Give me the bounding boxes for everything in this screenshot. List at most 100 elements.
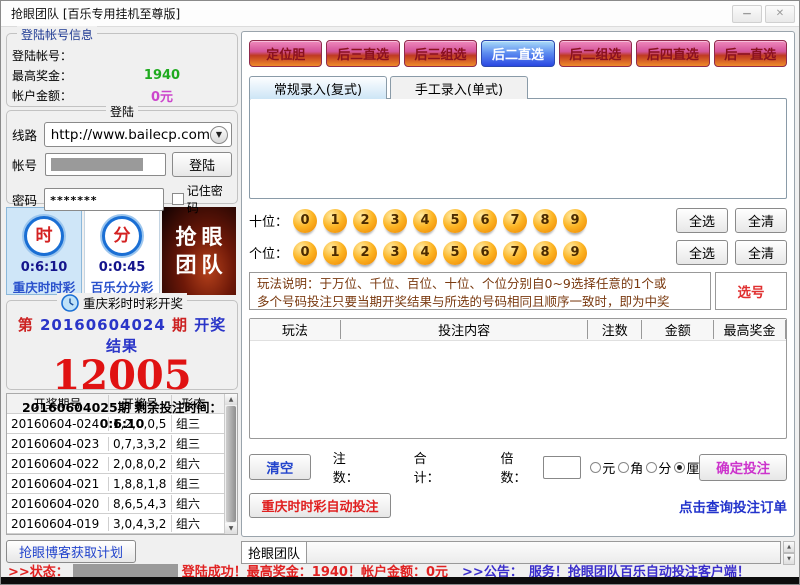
clock-baile[interactable]: 分 0:0:45 百乐分分彩: [84, 207, 160, 295]
app-window: 抢眼团队 [百乐专用挂机至尊版] ▬ ✕ 登陆帐号信息 登陆帐号： 最高奖金： …: [0, 0, 800, 585]
history-row[interactable]: 20160604-0222,0,8,0,2组六: [7, 454, 224, 474]
ball-3[interactable]: 3: [383, 241, 407, 265]
play-tab-5[interactable]: 后四直选: [636, 40, 709, 67]
history-cell: 组六: [171, 455, 215, 472]
confirm-bet-button[interactable]: 确定投注: [699, 454, 787, 481]
status-redacted: [73, 564, 178, 577]
history-cell: 组六: [171, 515, 215, 532]
ball-4[interactable]: 4: [413, 209, 437, 233]
chevron-down-icon[interactable]: ▼: [210, 126, 228, 144]
ball-7[interactable]: 7: [503, 241, 527, 265]
history-row[interactable]: 20160604-0193,0,4,3,2组六: [7, 514, 224, 534]
login-button[interactable]: 登陆: [172, 152, 232, 177]
multiple-input[interactable]: [543, 456, 581, 479]
line-select[interactable]: http://www.bailecp.com ▼: [44, 122, 232, 147]
select-all-button-0[interactable]: 全选: [676, 208, 728, 233]
multiple-label: 倍数：: [500, 448, 539, 486]
instructions-text: 玩法说明：于万位、千位、百位、十位、个位分别自0~9选择任意的1个或 多个号码投…: [249, 272, 711, 310]
unit-option-0[interactable]: 元: [590, 458, 615, 477]
ball-7[interactable]: 7: [503, 209, 527, 233]
scroll-down-icon[interactable]: ▼: [225, 523, 237, 534]
clear-button[interactable]: 清空: [249, 454, 311, 480]
account-row: 登陆帐号：: [12, 45, 232, 65]
account-info-group: 登陆帐号信息 登陆帐号： 最高奖金： 1940 帐户金额： 0元: [6, 33, 238, 107]
entry-text-area[interactable]: [249, 98, 787, 199]
unit-radio-1[interactable]: [618, 462, 629, 473]
play-tab-1[interactable]: 后三直选: [326, 40, 399, 67]
unit-option-1[interactable]: 角: [618, 458, 643, 477]
ball-9[interactable]: 9: [563, 209, 587, 233]
history-row[interactable]: 20160604-0208,6,5,4,3组六: [7, 494, 224, 514]
draw-countdown: 20160604025期 剩余投注时间：0:6:10: [12, 397, 232, 431]
ball-9[interactable]: 9: [563, 241, 587, 265]
bet-header-cell: 最高奖金: [713, 320, 785, 339]
spin-up-icon[interactable]: ▲: [783, 541, 795, 553]
unit-label-2: 分: [658, 458, 671, 477]
play-tab-6[interactable]: 后一直选: [714, 40, 787, 67]
ball-8[interactable]: 8: [533, 241, 557, 265]
bet-table-header: 玩法投注内容注数金额最高奖金删除: [250, 319, 786, 341]
bottom-spinner[interactable]: ▲ ▼: [783, 541, 795, 564]
play-tab-2[interactable]: 后三组选: [404, 40, 477, 67]
account-input-row: 帐号 登陆: [12, 152, 232, 177]
account-input[interactable]: [45, 153, 167, 176]
select-all-button-1[interactable]: 全选: [676, 240, 728, 265]
history-cell: 20160604-019: [7, 517, 108, 531]
draw-result: 12005: [12, 356, 232, 397]
line-row: 线路 http://www.bailecp.com ▼: [12, 122, 232, 147]
ball-6[interactable]: 6: [473, 209, 497, 233]
max-prize-label: 最高奖金：: [12, 67, 92, 84]
blog-plan-button[interactable]: 抢眼博客获取计划: [6, 540, 136, 563]
line-label: 线路: [12, 125, 44, 144]
ball-5[interactable]: 5: [443, 241, 467, 265]
ball-4[interactable]: 4: [413, 241, 437, 265]
entry-tab-1[interactable]: 手工录入(单式): [390, 76, 528, 99]
unit-option-2[interactable]: 分: [646, 458, 671, 477]
remember-checkbox[interactable]: [172, 193, 183, 205]
remember-password[interactable]: 记住密码: [172, 182, 232, 216]
account-input-redacted: [51, 158, 143, 171]
bottom-tab-team[interactable]: 抢眼团队: [241, 541, 307, 564]
entry-tab-0[interactable]: 常规录入(复式): [249, 76, 387, 99]
clear-all-button-0[interactable]: 全清: [735, 208, 787, 233]
total-label: 合计：: [414, 448, 453, 486]
unit-radio-2[interactable]: [646, 462, 657, 473]
unit-label-1: 角: [630, 458, 643, 477]
pick-row-label: 个位：: [249, 243, 293, 262]
ball-0[interactable]: 0: [293, 241, 317, 265]
clock-chongqing[interactable]: 时 0:6:10 重庆时时彩: [6, 207, 82, 295]
ball-1[interactable]: 1: [323, 241, 347, 265]
ball-0[interactable]: 0: [293, 209, 317, 233]
ball-1[interactable]: 1: [323, 209, 347, 233]
unit-radio-3[interactable]: [674, 462, 685, 473]
ball-6[interactable]: 6: [473, 241, 497, 265]
minute-clock-icon: 分: [102, 216, 142, 256]
clear-all-button-1[interactable]: 全清: [735, 240, 787, 265]
close-button[interactable]: ✕: [765, 5, 795, 23]
history-row[interactable]: 20160604-0230,7,3,3,2组三: [7, 434, 224, 454]
draw-result-group: 重庆彩时时彩开奖 第 20160604024 期 开奖结果 12005 2016…: [6, 300, 238, 390]
auto-bet-button[interactable]: 重庆时时彩自动投注: [249, 493, 391, 518]
minimize-button[interactable]: ▬: [732, 5, 762, 23]
history-cell: 8,6,5,4,3: [108, 497, 171, 511]
unit-label-0: 元: [602, 458, 615, 477]
play-tab-0[interactable]: 定位胆: [249, 40, 322, 67]
play-tab-4[interactable]: 后二组选: [559, 40, 632, 67]
ball-2[interactable]: 2: [353, 209, 377, 233]
unit-option-3[interactable]: 厘: [674, 458, 699, 477]
pick-number-button[interactable]: 选号: [715, 272, 787, 310]
ball-2[interactable]: 2: [353, 241, 377, 265]
minimize-icon: ▬: [742, 12, 751, 16]
unit-radio-0[interactable]: [590, 462, 601, 473]
history-cell: 组三: [171, 435, 215, 452]
ball-5[interactable]: 5: [443, 209, 467, 233]
history-cell: 20160604-022: [7, 457, 108, 471]
ball-3[interactable]: 3: [383, 209, 407, 233]
ball-8[interactable]: 8: [533, 209, 557, 233]
play-tab-3[interactable]: 后二直选: [481, 40, 554, 67]
auto-bet-row: 重庆时时彩自动投注 点击查询投注订单: [249, 493, 787, 518]
password-input[interactable]: *******: [44, 188, 164, 211]
unit-radios: 元角分厘: [587, 458, 699, 477]
history-row[interactable]: 20160604-0211,8,8,1,8组三: [7, 474, 224, 494]
query-orders-link[interactable]: 点击查询投注订单: [679, 496, 787, 516]
